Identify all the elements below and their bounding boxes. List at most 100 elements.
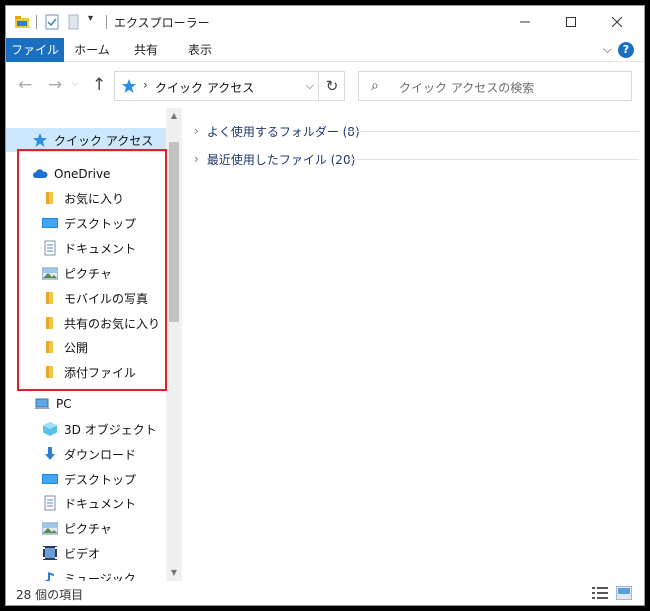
video-icon — [43, 546, 57, 560]
group-divider — [349, 159, 639, 160]
item-count: 28 個の項目 — [16, 588, 84, 602]
nav-pc-item-label: ドキュメント — [64, 496, 137, 511]
desktop-icon — [42, 218, 58, 228]
breadcrumb-current[interactable]: クイック アクセス — [155, 79, 254, 96]
folder-icon — [46, 317, 53, 329]
chevron-right-icon: › — [194, 124, 199, 138]
search-placeholder: クイック アクセスの検索 — [399, 81, 535, 95]
documents-icon — [44, 495, 56, 511]
group-frequent-folders-label: よく使用するフォルダー (8) — [206, 124, 360, 139]
quick-access-star-icon — [122, 79, 136, 93]
folder-icon — [46, 341, 53, 353]
nav-onedrive-item-label: ドキュメント — [64, 241, 137, 256]
window-title: エクスプローラー — [114, 16, 210, 30]
address-dropdown-icon[interactable]: ⌵ — [306, 79, 314, 93]
maximize-button[interactable] — [548, 6, 594, 38]
close-button[interactable] — [594, 6, 640, 38]
nav-pc-item[interactable]: ビデオ — [6, 541, 166, 565]
nav-pc-item[interactable]: 3D オブジェクト — [6, 417, 166, 441]
ribbon-tabs: ファイル ホーム 共有 表示 ⌵ ? — [6, 38, 644, 62]
minimize-icon — [520, 21, 530, 23]
tab-view[interactable]: 表示 — [172, 38, 228, 62]
nav-pc-item[interactable]: デスクトップ — [6, 467, 166, 491]
download-icon — [45, 447, 55, 460]
tab-share[interactable]: 共有 — [120, 38, 172, 62]
new-folder-icon[interactable] — [66, 14, 82, 30]
refresh-icon: ↻ — [325, 77, 339, 95]
onedrive-cloud-icon — [33, 169, 48, 178]
qat-dropdown-icon[interactable]: ▾ — [88, 13, 93, 24]
close-icon — [612, 17, 622, 27]
pictures-icon — [42, 522, 58, 535]
nav-pc-item[interactable]: ドキュメント — [6, 491, 166, 515]
nav-pc[interactable]: PC — [6, 392, 166, 416]
breadcrumb-chevron-icon[interactable]: › — [143, 78, 148, 92]
title-bar: ▾ エクスプローラー — [6, 6, 644, 38]
pictures-icon — [42, 267, 58, 280]
status-bar: 28 個の項目 — [6, 581, 644, 605]
search-icon: ⌕ — [371, 78, 379, 94]
nav-pc-item[interactable]: ダウンロード — [6, 442, 166, 466]
scroll-down-icon[interactable]: ▼ — [166, 565, 182, 581]
group-recent-files[interactable]: › 最近使用したファイル (20) — [194, 149, 639, 169]
recent-locations-icon[interactable]: ⌵ — [72, 79, 79, 89]
tab-home[interactable]: ホーム — [64, 38, 120, 62]
chevron-right-icon: › — [194, 152, 199, 166]
explorer-window: ▾ エクスプローラー ファイル ホーム 共有 表示 ⌵ ? ← → ⌵ ↑ › — [5, 5, 645, 606]
nav-onedrive-item-label: デスクトップ — [64, 216, 137, 231]
nav-pc-item-label: 3D オブジェクト — [64, 422, 157, 437]
help-button[interactable]: ? — [618, 42, 634, 58]
title-separator — [106, 15, 107, 29]
scroll-up-icon[interactable]: ▲ — [166, 108, 182, 124]
large-icons-view-icon[interactable] — [616, 586, 632, 600]
nav-onedrive-item-label: お気に入り — [64, 191, 125, 206]
music-icon — [45, 572, 54, 581]
address-bar[interactable]: › クイック アクセス ⌵ — [114, 71, 345, 101]
back-arrow-icon[interactable]: ← — [18, 75, 32, 95]
nav-onedrive-item[interactable]: モバイルの写真 — [6, 286, 166, 310]
group-recent-files-label: 最近使用したファイル (20) — [206, 152, 356, 167]
nav-onedrive-item[interactable]: 公開 — [6, 335, 166, 359]
ribbon-expand-icon[interactable]: ⌵ — [603, 42, 612, 57]
nav-onedrive-item-label: ピクチャ — [64, 266, 112, 281]
nav-onedrive-item[interactable]: ピクチャ — [6, 261, 166, 285]
nav-pc-label: PC — [56, 397, 72, 411]
nav-pc-item-label: ミュージック — [64, 571, 136, 582]
desktop-icon — [42, 474, 58, 484]
nav-pc-item-label: ビデオ — [64, 546, 101, 561]
nav-onedrive-item-label: モバイルの写真 — [64, 291, 149, 306]
nav-scrollbar[interactable]: ▲ ▼ — [166, 108, 182, 581]
quick-access-star-icon — [33, 133, 47, 147]
3d-objects-icon — [43, 422, 57, 436]
nav-onedrive-item[interactable]: 共有のお気に入り — [6, 311, 166, 335]
search-input[interactable]: ⌕ クイック アクセスの検索 — [358, 71, 632, 101]
nav-onedrive-item[interactable]: デスクトップ — [6, 211, 166, 235]
tab-file[interactable]: ファイル — [6, 38, 64, 62]
nav-scroll-thumb[interactable] — [169, 142, 179, 322]
group-divider — [349, 131, 639, 132]
nav-pc-item[interactable]: ピクチャ — [6, 516, 166, 540]
folder-icon — [46, 192, 53, 204]
nav-onedrive[interactable]: OneDrive — [6, 162, 166, 186]
up-arrow-icon[interactable]: ↑ — [92, 75, 106, 95]
properties-icon[interactable] — [44, 14, 60, 30]
nav-onedrive-item-label: 公開 — [64, 340, 89, 355]
forward-arrow-icon[interactable]: → — [48, 75, 62, 95]
nav-pc-item-label: デスクトップ — [64, 472, 137, 487]
details-view-icon[interactable] — [592, 586, 608, 600]
folder-icon — [46, 366, 53, 378]
address-bar-row: ← → ⌵ ↑ › クイック アクセス ⌵ ↻ ⌕ クイック アクセスの検索 — [6, 64, 644, 106]
group-frequent-folders[interactable]: › よく使用するフォルダー (8) — [194, 121, 639, 141]
minimize-button[interactable] — [502, 6, 548, 38]
maximize-icon — [566, 17, 576, 27]
nav-pc-item[interactable]: ミュージック — [6, 566, 166, 581]
pc-icon — [34, 398, 50, 409]
nav-onedrive-item[interactable]: お気に入り — [6, 186, 166, 210]
explorer-app-icon — [15, 16, 29, 28]
nav-quick-access[interactable]: クイック アクセス — [6, 128, 166, 152]
refresh-button[interactable]: ↻ — [318, 71, 345, 101]
nav-onedrive-item[interactable]: 添付ファイル — [6, 360, 166, 384]
nav-onedrive-item[interactable]: ドキュメント — [6, 236, 166, 260]
nav-pc-item-label: ピクチャ — [64, 521, 112, 536]
navigation-pane: クイック アクセス OneDrive お気に入り デスクトップ ドキュメント ピ… — [6, 108, 182, 581]
